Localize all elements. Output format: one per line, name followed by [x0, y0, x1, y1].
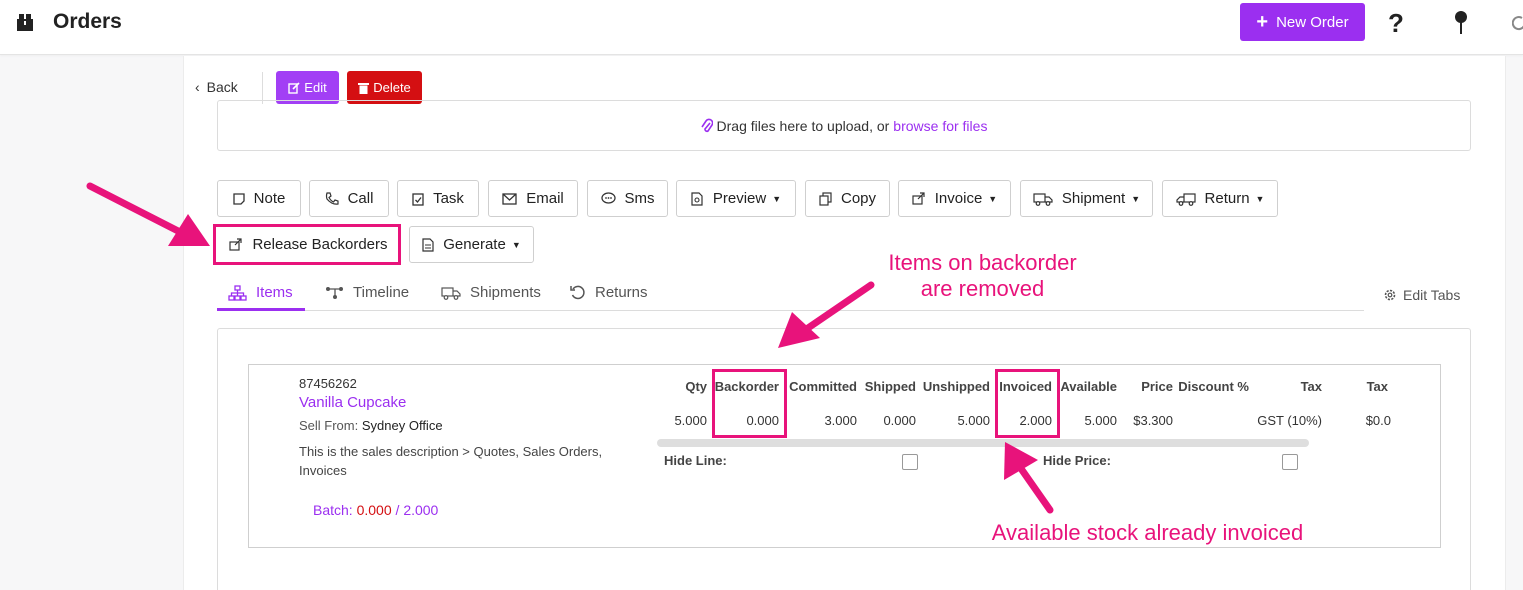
- arrow-to-release-backorders: [86, 182, 186, 237]
- annotation-arrows: [86, 182, 1054, 514]
- arrow-to-invoiced: [1018, 466, 1054, 514]
- arrow-to-backorder: [804, 281, 875, 332]
- arrow-head-backorder: [778, 312, 820, 348]
